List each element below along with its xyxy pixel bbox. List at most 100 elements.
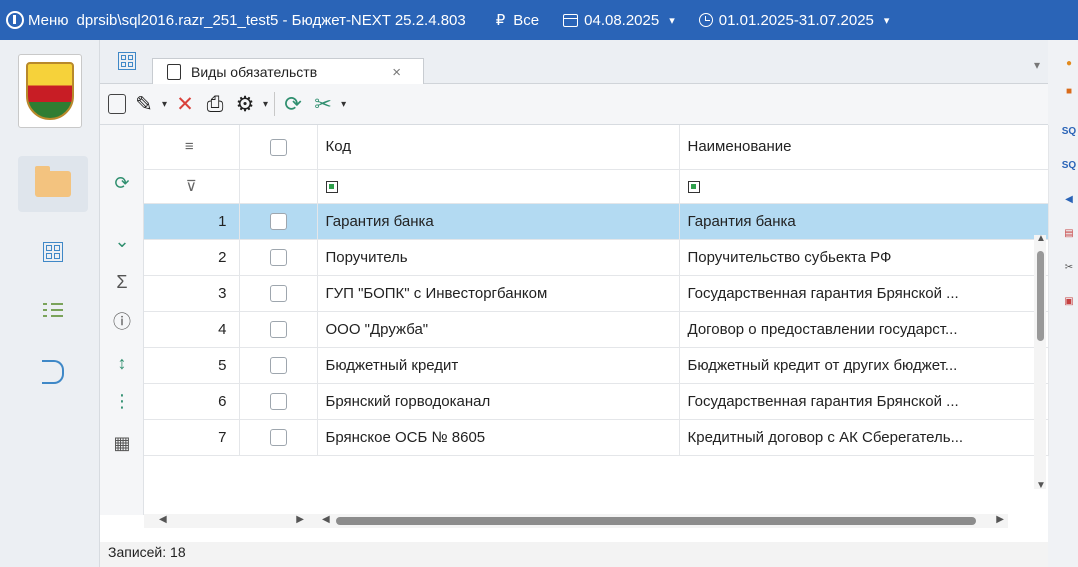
name-cell: Гарантия банка bbox=[679, 203, 1049, 240]
row-number: 4 bbox=[144, 311, 240, 348]
select-all-checkbox[interactable] bbox=[239, 125, 318, 170]
scroll-left-icon[interactable]: ◀ bbox=[159, 514, 167, 525]
table-row[interactable]: 2 Поручитель Поручительство субьекта РФ bbox=[144, 239, 1049, 276]
grid-side-toolbar: ⟳ ⌄ Σ ⓘ ↕ ⋮ ▦ bbox=[100, 125, 144, 515]
left-horizontal-scrollbar[interactable]: ◀ ▶ bbox=[144, 514, 318, 528]
row-number: 1 bbox=[144, 203, 240, 240]
layout-grid-icon bbox=[43, 242, 63, 262]
sidebar-item-folder[interactable] bbox=[18, 156, 88, 212]
code-filter[interactable] bbox=[317, 169, 680, 204]
code-cell: Бюджетный кредит bbox=[317, 347, 680, 384]
code-cell: Брянское ОСБ № 8605 bbox=[317, 419, 680, 456]
power-icon bbox=[6, 11, 24, 29]
toolbar-separator bbox=[274, 92, 276, 116]
row-checkbox[interactable] bbox=[239, 347, 318, 384]
row-checkbox[interactable] bbox=[239, 383, 318, 420]
row-menu-header[interactable]: ≡ bbox=[144, 125, 240, 170]
column-settings-icon[interactable]: ⋮ bbox=[109, 389, 135, 413]
row-number: 6 bbox=[144, 383, 240, 420]
column-header-code[interactable]: Код bbox=[317, 125, 680, 170]
table-row[interactable]: 6 Брянский горводоканал Государственная … bbox=[144, 383, 1049, 420]
period-selector[interactable]: 01.01.2025-31.07.2025 ▾ bbox=[698, 11, 890, 29]
name-cell: Государственная гарантия Брянской ... bbox=[679, 383, 1049, 420]
column-header-name[interactable]: Наименование bbox=[679, 125, 1049, 170]
close-icon[interactable]: × bbox=[392, 64, 401, 81]
right-horizontal-scrollbar[interactable]: ◀ ▶ bbox=[318, 514, 1008, 528]
sql-run-icon[interactable]: SQ bbox=[1060, 156, 1078, 174]
scope-selector[interactable]: Все bbox=[513, 12, 539, 29]
scroll-up-icon[interactable]: ▲ bbox=[1036, 233, 1046, 244]
row-checkbox[interactable] bbox=[239, 311, 318, 348]
sidebar bbox=[0, 40, 100, 567]
horizontal-scroll-thumb[interactable] bbox=[336, 517, 976, 525]
title-bar: Меню dprsib\sql2016.razr_251_test5 - Бюд… bbox=[0, 0, 1078, 40]
row-checkbox[interactable] bbox=[239, 275, 318, 312]
name-cell: Государственная гарантия Брянской ... bbox=[679, 275, 1049, 312]
delete-icon[interactable]: ✕ bbox=[173, 92, 197, 116]
code-cell: ГУП "БОПК" с Инвесторгбанком bbox=[317, 275, 680, 312]
date-selector[interactable]: 04.08.2025 ▾ bbox=[563, 12, 675, 29]
funnel-icon[interactable]: ⌄ bbox=[109, 229, 135, 253]
filter-icon[interactable]: ⊽ bbox=[144, 169, 240, 204]
scroll-left-icon[interactable]: ◀ bbox=[322, 514, 330, 525]
route-icon bbox=[42, 360, 64, 384]
tab-vidy-obyazatelstv[interactable]: Виды обязательств × bbox=[152, 58, 424, 85]
refresh-icon[interactable]: ⟳ bbox=[109, 171, 135, 195]
print-icon[interactable]: ⎙ bbox=[203, 92, 227, 116]
table-row[interactable]: 7 Брянское ОСБ № 8605 Кредитный договор … bbox=[144, 419, 1049, 456]
menu-button[interactable]: Меню bbox=[0, 11, 69, 29]
chevron-down-icon: ▾ bbox=[669, 14, 675, 27]
scroll-right-icon[interactable]: ▶ bbox=[996, 514, 1004, 525]
refresh-icon[interactable]: ⟳ bbox=[281, 92, 305, 116]
sidebar-item-tree[interactable] bbox=[18, 284, 88, 340]
row-checkbox[interactable] bbox=[239, 239, 318, 276]
grid-body: 1 Гарантия банка Гарантия банка 2 Поручи… bbox=[144, 203, 1049, 456]
table-row[interactable]: 5 Бюджетный кредит Бюджетный кредит от д… bbox=[144, 347, 1049, 384]
filter-cell-empty bbox=[239, 169, 318, 204]
chevron-down-icon[interactable]: ▾ bbox=[162, 99, 167, 110]
folder-icon bbox=[35, 166, 71, 197]
sidebar-item-grid[interactable] bbox=[18, 224, 88, 280]
period-value: 01.01.2025-31.07.2025 bbox=[718, 11, 874, 29]
layout-grid-icon[interactable] bbox=[118, 52, 136, 70]
vertical-scrollbar[interactable]: ▲ ▼ bbox=[1034, 233, 1046, 491]
edit-pencil-icon[interactable]: ✎ bbox=[132, 92, 156, 116]
table-row[interactable]: 3 ГУП "БОПК" с Инвесторгбанком Государст… bbox=[144, 275, 1049, 312]
table-row[interactable]: 1 Гарантия банка Гарантия банка bbox=[144, 203, 1049, 240]
vertical-scroll-thumb[interactable] bbox=[1037, 251, 1044, 341]
row-checkbox[interactable] bbox=[239, 203, 318, 240]
name-cell: Поручительство субьекта РФ bbox=[679, 239, 1049, 276]
error-window-icon[interactable]: ▣ bbox=[1060, 292, 1078, 310]
report-icon[interactable]: ■ bbox=[1060, 82, 1078, 100]
scissors-icon[interactable]: ✂ bbox=[1060, 258, 1078, 276]
chevron-down-icon: ▾ bbox=[883, 14, 890, 27]
new-document-icon[interactable] bbox=[108, 94, 126, 114]
clock-icon bbox=[698, 13, 713, 27]
sidebar-item-route[interactable] bbox=[18, 344, 88, 400]
chevron-down-icon[interactable]: ▾ bbox=[263, 99, 268, 110]
window-title: dprsib\sql2016.razr_251_test5 - Бюджет-N… bbox=[76, 11, 466, 29]
scroll-down-icon[interactable]: ▼ bbox=[1036, 480, 1046, 491]
scroll-right-icon[interactable]: ▶ bbox=[296, 514, 304, 525]
tabs-dropdown-icon[interactable]: ▾ bbox=[1034, 58, 1040, 72]
announcement-icon[interactable]: ◀ bbox=[1060, 190, 1078, 208]
table-row[interactable]: 4 ООО "Дружба" Договор о предоставлении … bbox=[144, 311, 1049, 348]
info-icon[interactable]: ⓘ bbox=[109, 309, 135, 333]
report-red-icon[interactable]: ▤ bbox=[1060, 224, 1078, 242]
row-checkbox[interactable] bbox=[239, 419, 318, 456]
tree-list-icon bbox=[43, 301, 63, 323]
code-cell: Гарантия банка bbox=[317, 203, 680, 240]
tabs-bar: Виды обязательств × ▾ bbox=[100, 40, 1048, 85]
name-filter[interactable] bbox=[679, 169, 1049, 204]
sql-icon[interactable]: SQ bbox=[1060, 122, 1078, 140]
table-settings-icon[interactable]: ▦ bbox=[109, 431, 135, 455]
row-number: 3 bbox=[144, 275, 240, 312]
tools-icon[interactable]: ✂ bbox=[311, 92, 335, 116]
current-date: 04.08.2025 bbox=[584, 11, 660, 29]
chevron-down-icon[interactable]: ▾ bbox=[341, 99, 346, 110]
sum-icon[interactable]: Σ bbox=[109, 270, 135, 294]
tab-label: Виды обязательств bbox=[191, 64, 318, 80]
settings-gear-icon[interactable]: ⚙ bbox=[233, 92, 257, 116]
sort-icon[interactable]: ↕ bbox=[109, 351, 135, 375]
user-icon[interactable]: ● bbox=[1060, 54, 1078, 72]
